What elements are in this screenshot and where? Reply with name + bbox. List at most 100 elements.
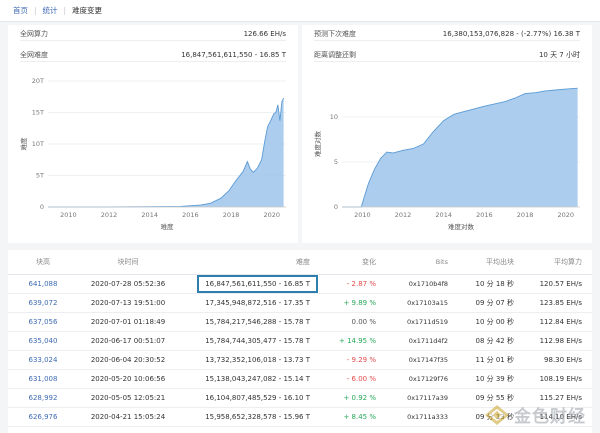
bits-value: 0x17129f76 [384, 369, 456, 389]
change-percent: 0.00 % [318, 312, 384, 332]
change-percent: + 9.89 % [318, 293, 384, 313]
difficulty-value: 15,784,217,546,288 - 15.78 T [205, 317, 310, 326]
breadcrumb-stats-link[interactable]: 统计 [43, 5, 58, 16]
avg-hashrate: 112.98 EH/s [522, 331, 592, 351]
bits-value: 0x1710b4f8 [384, 274, 456, 294]
difficulty-cell: 15,958,652,328,578 - 15.96 T [178, 407, 318, 427]
col-header-difficulty[interactable]: 难度 [178, 250, 318, 275]
highlighted-difficulty: 16,847,561,611,550 - 16.85 T [197, 274, 318, 293]
block-height-link[interactable]: 633,024 [8, 350, 78, 370]
difficulty-value: 15,138,043,247,082 - 15.14 T [205, 374, 310, 383]
block-time: 2020-04-21 15:05:24 [78, 407, 178, 427]
y-tick-label: 5T [36, 172, 44, 180]
block-time: 2020-05-20 10:06:56 [78, 369, 178, 389]
x-tick-label: 2010 [60, 211, 77, 219]
difficulty-cell: 15,784,217,546,288 - 15.78 T [178, 312, 318, 332]
breadcrumb-separator: | [34, 6, 37, 15]
x-axis-title: 难度 [161, 222, 175, 231]
col-header-avg-block[interactable]: 平均出块 [456, 250, 522, 275]
table-row[interactable]: 641,088 2020-07-28 05:52:36 16,847,561,611… [8, 274, 592, 294]
x-tick-label: 2014 [141, 211, 158, 219]
difficulty-value: 17,345,948,872,516 - 17.35 T [205, 298, 310, 307]
y-tick-label: 10T [32, 140, 44, 148]
change-percent: - 6.00 % [318, 369, 384, 389]
avg-hashrate: 123.85 EH/s [522, 293, 592, 313]
bits-value: 0x1711a333 [384, 407, 456, 427]
watermark-text: 金色财经 [514, 407, 586, 427]
bits-value: 0x17117a39 [384, 388, 456, 408]
block-time: 2020-05-05 12:05:21 [78, 388, 178, 408]
avg-block-time: 10 分 39 秒 [456, 369, 522, 389]
x-tick-label: 2018 [517, 211, 534, 219]
y-tick-label: 10 [330, 113, 338, 121]
col-header-change[interactable]: 变化 [318, 250, 384, 275]
difficulty-value: 16,104,807,485,529 - 16.10 T [205, 393, 310, 402]
block-height-link[interactable]: 637,056 [8, 312, 78, 332]
difficulty-value: 13,732,352,106,018 - 13.73 T [205, 355, 310, 364]
x-tick-label: 2020 [263, 211, 280, 219]
table-row[interactable]: 635,040 2020-06-17 00:51:07 15,784,744,305… [8, 331, 592, 351]
x-tick-label: 2020 [557, 211, 574, 219]
difficulty-cell: 13,732,352,106,018 - 13.73 T [178, 350, 318, 370]
avg-block-time: 08 分 42 秒 [456, 331, 522, 351]
table-row[interactable]: 631,008 2020-05-20 10:06:56 15,138,043,247… [8, 369, 592, 389]
bits-value: 0x1711d519 [384, 312, 456, 332]
y-tick-label: 0 [40, 203, 44, 211]
change-percent: - 9.29 % [318, 350, 384, 370]
area-fill [48, 98, 284, 207]
x-axis-title: 难度对数 [448, 222, 475, 231]
x-tick-label: 2012 [395, 211, 412, 219]
difficulty-cell: 15,138,043,247,082 - 15.14 T [178, 369, 318, 389]
breadcrumb: 首页 | 统计 | 难度变更 [0, 0, 600, 22]
difficulty-value: 15,958,652,328,578 - 15.96 T [205, 412, 310, 421]
x-tick-label: 2014 [435, 211, 452, 219]
col-header-time[interactable]: 块时间 [78, 250, 178, 275]
change-percent: + 0.92 % [318, 388, 384, 408]
avg-block-time: 10 分 00 秒 [456, 312, 522, 332]
col-header-bits[interactable]: Bits [384, 250, 456, 275]
col-header-avg-hashrate[interactable]: 平均算力 [522, 250, 592, 275]
table-row[interactable]: 637,056 2020-07-01 01:18:49 15,784,217,546… [8, 312, 592, 332]
change-percent: + 8.45 % [318, 407, 384, 427]
change-percent: + 14.95 % [318, 331, 384, 351]
x-tick-label: 2012 [101, 211, 118, 219]
breadcrumb-home-link[interactable]: 首页 [13, 5, 28, 16]
x-tick-label: 2010 [354, 211, 371, 219]
col-header-height[interactable]: 块高 [8, 250, 78, 275]
diamond-logo-icon [485, 404, 509, 425]
change-percent: - 2.87 % [318, 274, 384, 294]
y-tick-label: 0 [334, 203, 338, 211]
table-row[interactable]: 639,072 2020-07-13 19:51:00 17,345,948,872… [8, 293, 592, 313]
avg-hashrate: 98.30 EH/s [522, 350, 592, 370]
difficulty-log-chart: 05102010 2012 2014 2016 2018 2020难度对数难度对数 [313, 87, 580, 231]
difficulty-cell: 16,847,561,611,550 - 16.85 T [178, 274, 318, 294]
block-time: 2020-06-17 00:51:07 [78, 331, 178, 351]
block-height-link[interactable]: 635,040 [8, 331, 78, 351]
table-row[interactable]: 633,024 2020-06-04 20:30:52 13,732,352,106… [8, 350, 592, 370]
block-height-link[interactable]: 626,976 [8, 407, 78, 427]
avg-hashrate: 120.57 EH/s [522, 274, 592, 294]
y-tick-label: 5 [334, 158, 338, 166]
block-time: 2020-06-04 20:30:52 [78, 350, 178, 370]
difficulty-chart: 05T10T15T20T2010 2012 2014 2016 2018 2020难度难度 [19, 77, 286, 231]
block-time: 2020-07-01 01:18:49 [78, 312, 178, 332]
block-height-link[interactable]: 628,992 [8, 388, 78, 408]
block-height-link[interactable]: 639,072 [8, 293, 78, 313]
x-tick-label: 2016 [476, 211, 493, 219]
difficulty-panel: 全网算力 126.66 EH/s 全网难度 16,847,561,611,550… [8, 25, 298, 243]
watermark: 金色财经 [484, 402, 586, 427]
table-header-row: 块高 块时间 难度 变化 Bits 平均出块 平均算力 [8, 250, 592, 275]
bits-value: 0x17103a15 [384, 293, 456, 313]
block-height-link[interactable]: 641,088 [8, 274, 78, 294]
area-fill [342, 88, 578, 207]
block-height-link[interactable]: 631,008 [8, 369, 78, 389]
avg-hashrate: 108.19 EH/s [522, 369, 592, 389]
avg-hashrate: 112.84 EH/s [522, 312, 592, 332]
x-tick-label: 2016 [182, 211, 199, 219]
y-axis-title: 难度对数 [313, 131, 322, 158]
avg-block-time: 11 分 01 秒 [456, 350, 522, 370]
difficulty-cell: 16,104,807,485,529 - 16.10 T [178, 388, 318, 408]
difficulty-log-panel: 预测下次难度 16,380,153,076,828 - (-2.77%) 16.… [302, 25, 592, 243]
avg-block-time: 10 分 18 秒 [456, 274, 522, 294]
difficulty-value: 15,784,744,305,477 - 15.78 T [205, 336, 310, 345]
